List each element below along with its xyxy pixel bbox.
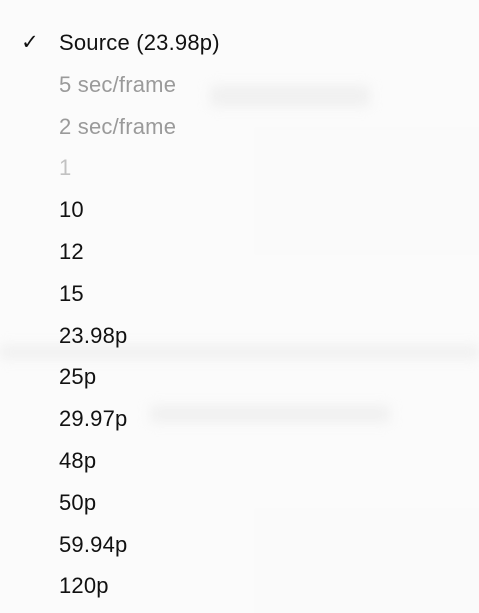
menu-item-source[interactable]: ✓ Source (23.98p): [0, 22, 479, 64]
menu-item-50p[interactable]: 50p: [0, 482, 479, 524]
menu-item-label: 120p: [59, 573, 109, 599]
menu-item-1: 1: [0, 147, 479, 189]
menu-item-12[interactable]: 12: [0, 231, 479, 273]
menu-item-label: 15: [59, 280, 84, 306]
menu-item-120p[interactable]: 120p: [0, 565, 479, 607]
menu-item-label: 12: [59, 238, 84, 264]
menu-item-label: 59.94p: [59, 531, 128, 557]
menu-item-label: 5 sec/frame: [59, 71, 177, 97]
menu-item-25p[interactable]: 25p: [0, 356, 479, 398]
menu-item-10[interactable]: 10: [0, 189, 479, 231]
menu-item-label: 1: [59, 155, 72, 181]
menu-item-label: 2 sec/frame: [59, 113, 177, 139]
menu-item-15[interactable]: 15: [0, 273, 479, 315]
menu-item-label: 25p: [59, 364, 97, 390]
menu-item-5-sec-frame: 5 sec/frame: [0, 64, 479, 106]
checkmark-icon: ✓: [21, 31, 39, 54]
menu-item-29-97p[interactable]: 29.97p: [0, 398, 479, 440]
menu-item-label: 29.97p: [59, 406, 128, 432]
menu-item-23-98p[interactable]: 23.98p: [0, 315, 479, 357]
menu-item-label: Source (23.98p): [59, 30, 220, 55]
menu-item-59-94p[interactable]: 59.94p: [0, 524, 479, 566]
menu-item-2-sec-frame: 2 sec/frame: [0, 106, 479, 148]
menu-item-48p[interactable]: 48p: [0, 440, 479, 482]
menu-item-label: 23.98p: [59, 322, 128, 348]
menu-item-label: 48p: [59, 447, 97, 473]
frame-rate-dropdown-menu: ✓ Source (23.98p) 5 sec/frame 2 sec/fram…: [0, 0, 479, 613]
menu-item-label: 50p: [59, 489, 97, 515]
menu-item-label: 10: [59, 197, 84, 223]
